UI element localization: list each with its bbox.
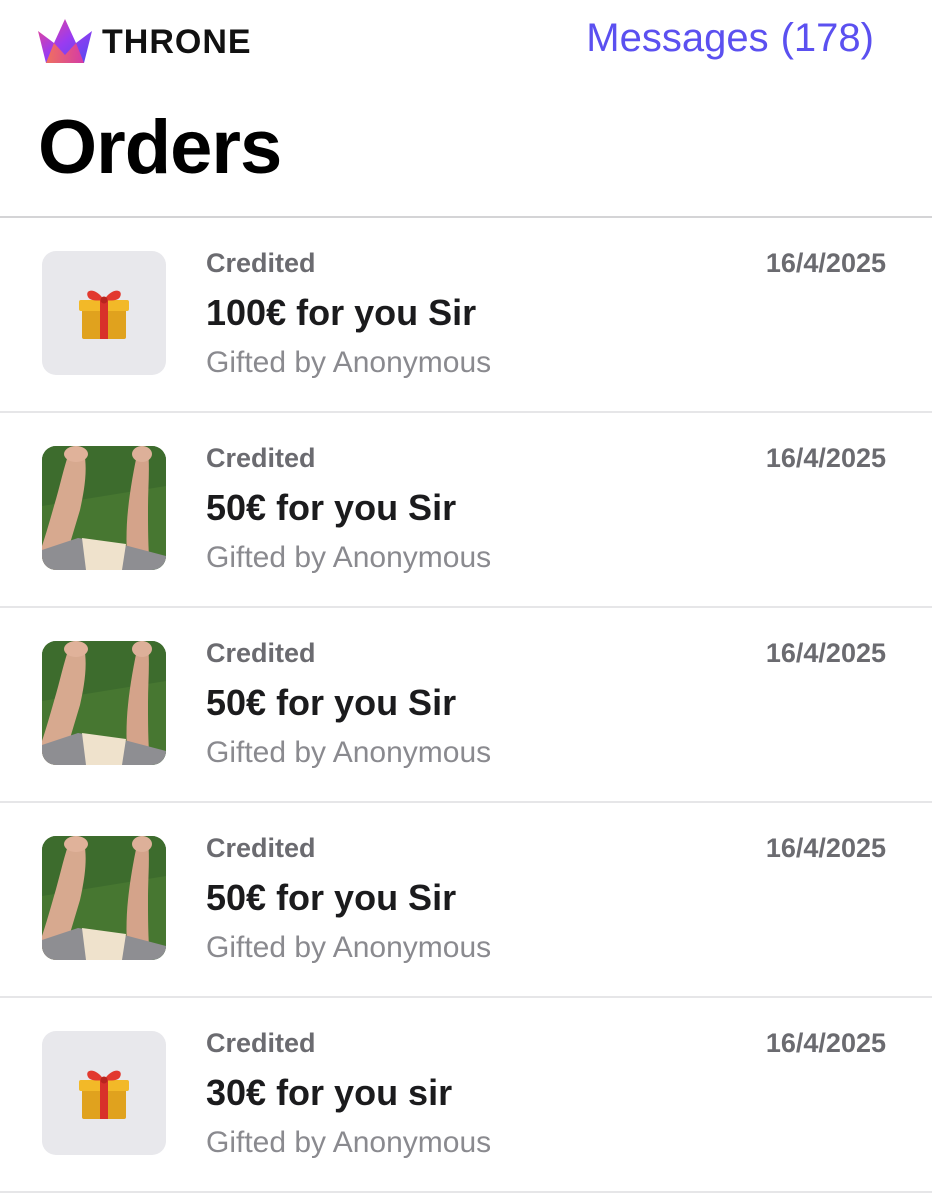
throne-crown-logo-icon	[38, 19, 92, 63]
order-thumbnail	[42, 1031, 166, 1155]
order-date: 16/4/2025	[765, 1028, 886, 1058]
messages-count: (178)	[780, 16, 874, 60]
order-status: Credited	[206, 1028, 316, 1058]
order-status: Credited	[206, 833, 316, 863]
brand-name: THRONE	[102, 22, 252, 61]
order-date: 16/4/2025	[765, 638, 886, 668]
order-gifter: Gifted by Anonymous	[206, 1126, 492, 1159]
order-row[interactable]: Credited 50€ for you Sir Gifted by Anony…	[0, 413, 932, 608]
order-title: 50€ for you Sir	[206, 877, 457, 918]
order-row[interactable]: Credited 50€ for you Sir Gifted by Anony…	[0, 608, 932, 803]
order-gifter: Gifted by Anonymous	[206, 346, 492, 379]
orders-list: Credited 100€ for you Sir Gifted by Anon…	[0, 218, 932, 1193]
gift-icon	[74, 1063, 134, 1123]
order-thumbnail	[42, 641, 166, 765]
gift-icon	[74, 283, 134, 343]
order-title: 50€ for you Sir	[206, 487, 457, 528]
order-thumbnail	[42, 836, 166, 960]
top-bar: THRONE Messages (178)	[0, 0, 932, 90]
brand-logo[interactable]: THRONE	[36, 16, 252, 68]
page-title: Orders	[38, 105, 282, 190]
order-thumbnail	[42, 446, 166, 570]
order-title: 100€ for you Sir	[206, 292, 477, 333]
order-row[interactable]: Credited 100€ for you Sir Gifted by Anon…	[0, 218, 932, 413]
messages-link[interactable]: Messages (178)	[586, 16, 874, 61]
order-date: 16/4/2025	[765, 248, 886, 278]
photo-thumbnail	[42, 641, 166, 765]
messages-label: Messages	[586, 16, 769, 60]
order-date: 16/4/2025	[765, 443, 886, 473]
order-status: Credited	[206, 638, 316, 668]
order-status: Credited	[206, 443, 316, 473]
order-gifter: Gifted by Anonymous	[206, 736, 492, 769]
order-title: 30€ for you sir	[206, 1072, 453, 1113]
order-date: 16/4/2025	[765, 833, 886, 863]
order-title: 50€ for you Sir	[206, 682, 457, 723]
order-gifter: Gifted by Anonymous	[206, 541, 492, 574]
order-gifter: Gifted by Anonymous	[206, 931, 492, 964]
order-thumbnail	[42, 251, 166, 375]
order-row[interactable]: Credited 50€ for you Sir Gifted by Anony…	[0, 803, 932, 998]
order-status: Credited	[206, 248, 316, 278]
photo-thumbnail	[42, 446, 166, 570]
order-row[interactable]: Credited 30€ for you sir Gifted by Anony…	[0, 998, 932, 1193]
photo-thumbnail	[42, 836, 166, 960]
